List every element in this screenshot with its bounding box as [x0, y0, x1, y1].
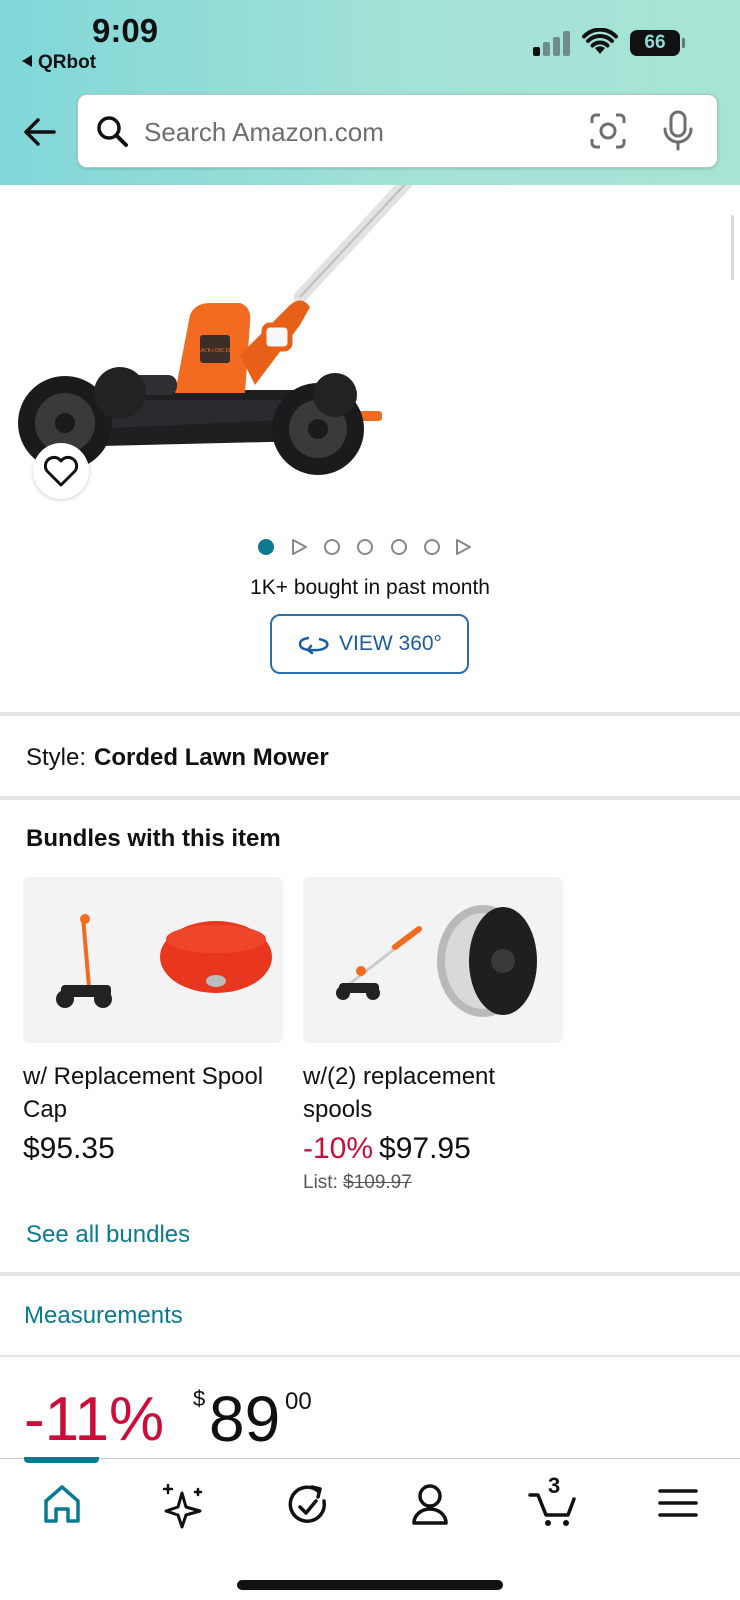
- search-icon: [97, 116, 128, 147]
- wishlist-button[interactable]: [33, 443, 89, 499]
- carousel-dot-5[interactable]: [391, 539, 407, 555]
- search-input[interactable]: Search Amazon.com: [77, 94, 718, 168]
- style-label: Style:: [26, 744, 87, 771]
- bundle-image[interactable]: [303, 877, 563, 1043]
- carousel-dot-6[interactable]: [424, 539, 440, 555]
- cart-count: 3: [548, 1473, 561, 1498]
- active-tab-indicator: [24, 1457, 99, 1463]
- back-to-app-link[interactable]: QRbot: [22, 52, 96, 74]
- price-currency: $: [193, 1386, 206, 1411]
- carousel-dot-1[interactable]: [258, 539, 274, 555]
- heart-icon: [43, 455, 79, 487]
- style-value: Corded Lawn Mower: [94, 744, 329, 771]
- carousel-dot-3[interactable]: [324, 539, 340, 555]
- back-arrow-icon[interactable]: [20, 112, 60, 152]
- wifi-icon: [582, 28, 618, 54]
- section-divider: [0, 712, 740, 716]
- list-label: List:: [303, 1172, 338, 1193]
- video-play-icon[interactable]: [290, 538, 308, 556]
- search-placeholder: Search Amazon.com: [144, 117, 384, 147]
- scroll-indicator: [731, 215, 734, 280]
- bundle-list-price: List: $109.97: [303, 1172, 563, 1194]
- view-360-button[interactable]: VIEW 360°: [270, 614, 469, 674]
- see-all-bundles-link[interactable]: See all bundles: [26, 1221, 190, 1249]
- account-icon[interactable]: [404, 1479, 456, 1529]
- section-divider: [0, 1355, 740, 1357]
- price-whole: 89: [209, 1383, 281, 1455]
- menu-icon[interactable]: [652, 1479, 704, 1529]
- rufus-sparkle-icon[interactable]: [158, 1479, 210, 1529]
- video-play-icon[interactable]: [454, 538, 472, 556]
- style-selector[interactable]: Style: Corded Lawn Mower: [26, 744, 329, 772]
- price-discount: -11%: [24, 1385, 165, 1454]
- home-icon[interactable]: [36, 1479, 88, 1529]
- battery-indicator: 66: [630, 30, 685, 56]
- bundle-price-value: $97.95: [379, 1132, 471, 1165]
- bundle-price: $95.35: [23, 1132, 283, 1166]
- measurements-link[interactable]: Measurements: [24, 1302, 183, 1330]
- view-360-label: VIEW 360°: [339, 632, 442, 655]
- home-indicator-bar[interactable]: [237, 1580, 503, 1590]
- camera-search-icon[interactable]: [588, 111, 628, 151]
- cart-button[interactable]: 3: [528, 1473, 580, 1529]
- carousel-dot-4[interactable]: [357, 539, 373, 555]
- back-app-label: QRbot: [38, 52, 97, 73]
- list-price-value: $109.97: [343, 1172, 412, 1193]
- section-divider: [0, 796, 740, 800]
- bundle-name[interactable]: w/(2) replacement spools: [303, 1060, 563, 1126]
- back-triangle-icon: [22, 55, 32, 67]
- bought-in-past-month: 1K+ bought in past month: [250, 576, 490, 599]
- status-time: 9:09: [92, 12, 159, 49]
- price-fraction: 00: [285, 1388, 312, 1415]
- bundle-name[interactable]: w/ Replacement Spool Cap: [23, 1060, 283, 1126]
- rotate-360-icon: [298, 636, 329, 655]
- orders-refresh-icon[interactable]: [282, 1479, 334, 1529]
- microphone-icon[interactable]: [660, 109, 696, 151]
- bundle-discount: -10%: [303, 1132, 374, 1165]
- brand-badge: BLACK+DECKER: [194, 348, 236, 354]
- bundle-card[interactable]: w/(2) replacement spools -10% $97.95 List…: [303, 877, 563, 1194]
- section-divider: [0, 1272, 740, 1276]
- bundle-card[interactable]: w/ Replacement Spool Cap $95.35: [23, 877, 283, 1166]
- bundle-price-value: $95.35: [23, 1132, 115, 1165]
- bundle-image[interactable]: [23, 877, 283, 1043]
- bundle-price: -10% $97.95: [303, 1132, 563, 1166]
- bottom-navigation: 3: [0, 1457, 740, 1600]
- bundles-heading: Bundles with this item: [26, 825, 281, 852]
- cellular-signal-icon: [533, 30, 571, 56]
- app-header: 9:09 QRbot 66 Search Amazon.com: [0, 0, 740, 185]
